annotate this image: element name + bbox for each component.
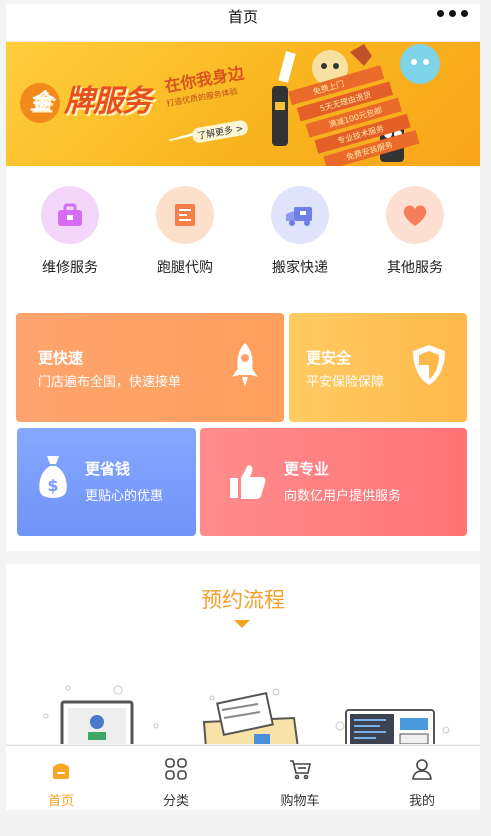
toolbox-icon (41, 186, 99, 244)
section-title: 预约流程 (201, 588, 285, 612)
home-icon (21, 756, 101, 782)
heart-icon (386, 186, 444, 244)
tab-label: 分类 (162, 794, 189, 809)
feature-cards: 更快速 门店遍布全国，快速接单 更安全 平安保险保障 更省钱 更贴心的优惠 $ … (6, 297, 480, 551)
phone-screen: 首页 金牌服务 在你我身边 打造优质的服务体验 了解更多 > 免费上门 5天无理… (6, 4, 480, 810)
more-dot-icon (461, 10, 468, 17)
booking-process-section: 预约流程 (6, 564, 480, 744)
banner-brand-text: 牌服务 (64, 84, 152, 119)
learn-more-link[interactable]: 了解更多 > (191, 119, 250, 144)
triangle-down-icon (234, 620, 250, 628)
navigation-bar: 首页 (6, 4, 480, 42)
tab-home[interactable]: 首页 (21, 756, 101, 809)
svg-text:$: $ (47, 476, 58, 495)
more-dot-icon (449, 10, 456, 17)
service-label: 其他服务 (387, 260, 443, 276)
feature-card-fast[interactable]: 更快速 门店遍布全国，快速接单 (16, 313, 284, 422)
feature-desc: 门店遍布全国，快速接单 (38, 375, 182, 390)
more-dot-icon (437, 10, 444, 17)
banner-brand: 金牌服务 (20, 76, 152, 123)
shield-icon (413, 345, 445, 385)
bottom-tab-bar: 首页 分类 购物车 我的 (6, 745, 480, 810)
money-bag-icon: $ (39, 456, 67, 498)
feature-title: 更专业 (284, 460, 330, 478)
feature-card-pro[interactable]: 更专业 向数亿用户提供服务 (200, 428, 467, 536)
feature-card-safe[interactable]: 更安全 平安保险保障 (289, 313, 467, 422)
receipt-icon (156, 186, 214, 244)
page-title: 首页 (227, 8, 258, 26)
rocket-icon (232, 343, 258, 387)
service-item-moving[interactable]: 搬家快递 (245, 186, 355, 277)
promo-banner[interactable]: 金牌服务 在你我身边 打造优质的服务体验 了解更多 > 免费上门 5天无理由退货… (6, 42, 480, 166)
tab-label: 我的 (408, 794, 435, 809)
banner-illustration: 免费上门 5天无理由退货 满减100元包邮 专业技术服务 免费安装服务 (272, 44, 440, 166)
tab-label: 首页 (47, 794, 74, 809)
feature-desc: 平安保险保障 (306, 375, 385, 390)
feature-desc: 更贴心的优惠 (85, 489, 164, 504)
service-item-repair[interactable]: 维修服务 (15, 186, 125, 277)
service-grid: 维修服务 跑腿代购 搬家快递 其他服务 (6, 166, 480, 297)
tab-cart[interactable]: 购物车 (260, 756, 340, 809)
feature-title: 更省钱 (85, 460, 131, 478)
gold-coin-icon: 金 (20, 82, 60, 123)
user-icon (382, 756, 462, 782)
more-menu-button[interactable] (437, 10, 468, 17)
cart-icon (260, 756, 340, 782)
feature-desc: 向数亿用户提供服务 (284, 489, 402, 504)
tab-mine[interactable]: 我的 (382, 756, 462, 809)
thumbs-up-icon (230, 465, 266, 499)
grid-icon (136, 756, 216, 782)
tab-label: 购物车 (280, 794, 320, 809)
process-illustration (43, 685, 450, 744)
service-label: 维修服务 (42, 260, 98, 276)
feature-card-save[interactable]: 更省钱 更贴心的优惠 $ (17, 428, 196, 536)
feature-title: 更安全 (306, 349, 352, 367)
feature-title: 更快速 (38, 349, 84, 367)
service-label: 搬家快递 (272, 260, 328, 276)
truck-icon (271, 186, 329, 244)
service-label: 跑腿代购 (157, 260, 213, 276)
tab-category[interactable]: 分类 (136, 756, 216, 809)
service-item-errand[interactable]: 跑腿代购 (130, 186, 240, 277)
service-item-other[interactable]: 其他服务 (360, 186, 470, 277)
